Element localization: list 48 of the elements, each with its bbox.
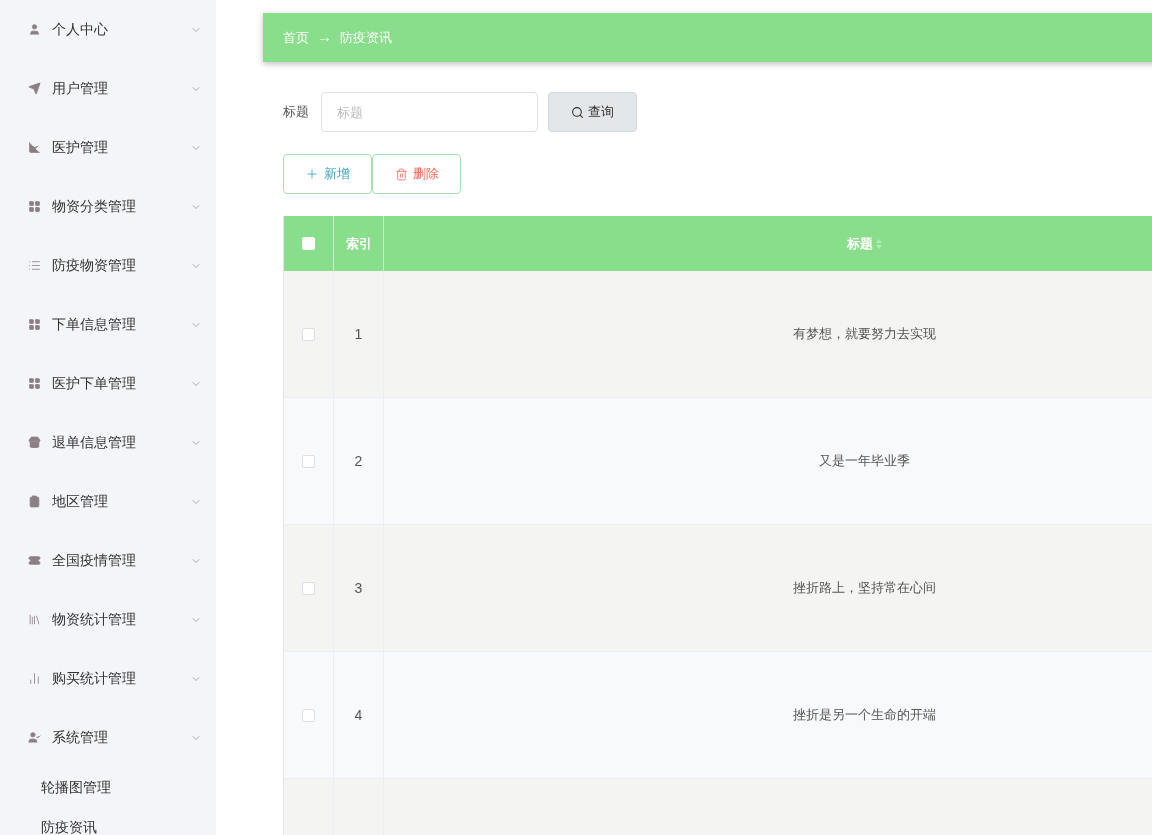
checkbox[interactable] xyxy=(302,327,315,341)
table-cell: 4 xyxy=(334,652,384,778)
grid-icon xyxy=(28,200,41,213)
checkbox[interactable] xyxy=(302,454,315,468)
menu-item[interactable]: 个人中心 xyxy=(0,0,216,59)
menu-item[interactable]: 全国疫情管理 xyxy=(0,531,216,590)
breadcrumb-separator: → xyxy=(317,27,332,48)
checkbox[interactable] xyxy=(302,708,315,722)
menu-item[interactable]: 购买统计管理 xyxy=(0,649,216,708)
clipboard-icon xyxy=(28,495,41,508)
submenu-item[interactable]: 防疫资讯 xyxy=(0,807,216,835)
menu-item[interactable]: 医护下单管理 xyxy=(0,354,216,413)
table-cell: 2 xyxy=(334,398,384,524)
table-cell-text: 有梦想，就要努力去实现 xyxy=(791,325,937,344)
plus-icon xyxy=(305,167,319,181)
breadcrumb-current: 防疫资讯 xyxy=(340,28,392,47)
grid-icon xyxy=(28,318,41,331)
table-cell: 1 xyxy=(334,271,384,397)
person-icon xyxy=(28,731,41,744)
menu-item[interactable]: 下单信息管理 xyxy=(0,295,216,354)
field-label: 标题 xyxy=(283,103,309,122)
submenu-item[interactable]: 轮播图管理 xyxy=(0,767,216,807)
menu-item[interactable]: 退单信息管理 xyxy=(0,413,216,472)
menu-item[interactable]: 物资分类管理 xyxy=(0,177,216,236)
person-icon xyxy=(28,23,41,36)
sort-icon xyxy=(875,238,882,249)
trash-icon xyxy=(394,167,408,181)
grid-icon xyxy=(28,377,41,390)
checkbox[interactable] xyxy=(302,581,315,595)
table-cell-text: 又是一年毕业季 xyxy=(817,452,911,471)
search-button[interactable]: 查询 xyxy=(548,92,637,132)
search-icon xyxy=(571,105,584,119)
menu-item[interactable]: 系统管理 xyxy=(0,708,216,767)
menu-item[interactable]: 防疫物资管理 xyxy=(0,236,216,295)
store-icon xyxy=(28,436,41,449)
paper-plane-icon xyxy=(28,82,41,95)
bar-chart-icon xyxy=(28,672,41,685)
title-input[interactable]: 标题 xyxy=(321,92,538,132)
table-cell-text: 挫折路上，坚持常在心间 xyxy=(791,579,937,598)
table-cell: 3 xyxy=(334,525,384,651)
ticket-icon xyxy=(28,554,41,567)
menu-item[interactable]: 物资统计管理 xyxy=(0,590,216,649)
bars-icon xyxy=(28,613,41,626)
menu-item[interactable]: 医护管理 xyxy=(0,118,216,177)
menu-item[interactable]: 用户管理 xyxy=(0,59,216,118)
menu-item[interactable]: 地区管理 xyxy=(0,472,216,531)
list-icon xyxy=(28,259,41,272)
table-cell-text: 挫折是另一个生命的开端 xyxy=(791,706,937,725)
